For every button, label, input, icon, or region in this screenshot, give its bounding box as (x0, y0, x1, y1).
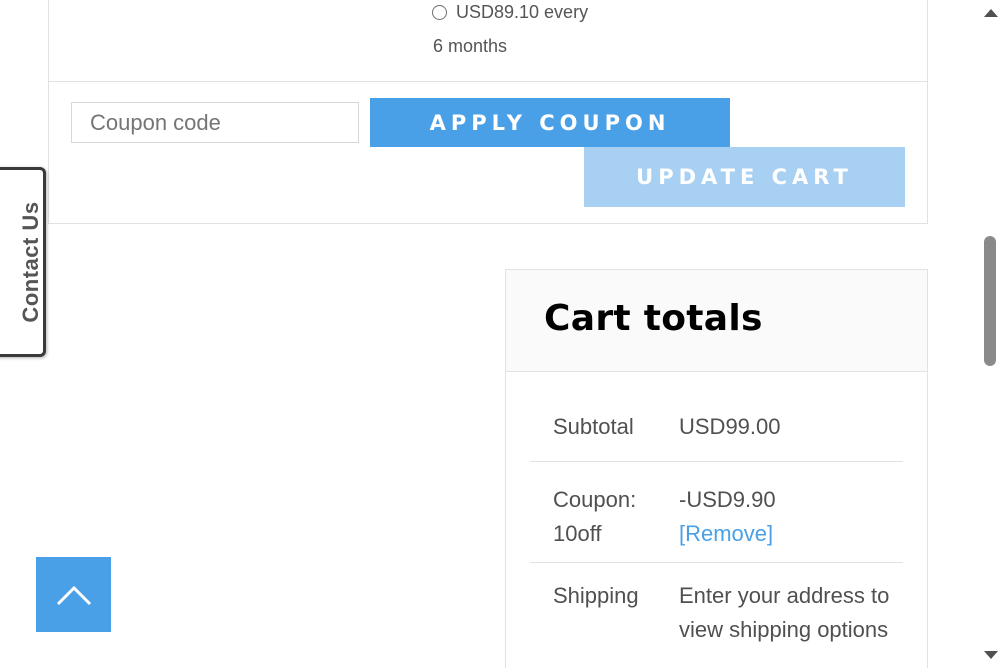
cart-totals-title: Cart totals (544, 298, 763, 339)
cart-totals-header: Cart totals (506, 270, 927, 372)
subscription-option[interactable]: USD89.10 every (432, 2, 588, 23)
subtotal-row: Subtotal USD99.00 (530, 372, 903, 462)
subscription-option-label: USD89.10 every (456, 2, 589, 22)
subtotal-value: USD99.00 (679, 414, 781, 439)
subscription-option-label-cont: 6 months (433, 36, 508, 56)
contact-us-tab[interactable]: Contact Us (0, 167, 46, 357)
update-cart-button[interactable]: UPDATE CART (584, 147, 905, 207)
contact-us-label: Contact Us (18, 201, 44, 323)
shipping-label: Shipping (553, 583, 639, 608)
shipping-row: Shipping Enter your address to view ship… (530, 563, 903, 647)
coupon-value: -USD9.90 [Remove] (679, 483, 903, 562)
coupon-row: Coupon: 10off -USD9.90 [Remove] (530, 462, 903, 563)
scroll-up-icon[interactable] (984, 9, 998, 17)
coupon-label: Coupon: 10off (530, 483, 679, 562)
vertical-scrollbar[interactable] (981, 0, 999, 668)
apply-coupon-button[interactable]: APPLY COUPON (370, 98, 730, 147)
cart-table: USD89.10 every 6 months APPLY COUPON UPD… (48, 0, 928, 224)
coupon-code-text: 10off (553, 521, 602, 546)
scroll-thumb[interactable] (984, 236, 996, 366)
back-to-top-button[interactable] (36, 557, 111, 632)
coupon-label-text: Coupon: (553, 487, 637, 512)
chevron-up-icon (56, 585, 91, 605)
coupon-code-input[interactable] (71, 102, 359, 143)
page: USD89.10 every 6 months APPLY COUPON UPD… (0, 0, 999, 668)
coupon-discount: -USD9.90 (679, 487, 776, 512)
shipping-value: Enter your address to view shipping opti… (679, 583, 890, 642)
divider (49, 81, 927, 82)
radio-icon[interactable] (432, 5, 447, 20)
scroll-down-icon[interactable] (984, 651, 998, 659)
remove-coupon-link[interactable]: [Remove] (679, 517, 903, 551)
cart-totals-table: Subtotal USD99.00 Coupon: 10off -USD9.90… (506, 372, 927, 647)
cart-totals: Cart totals Subtotal USD99.00 Coupon: 10… (505, 269, 928, 668)
subtotal-label: Subtotal (553, 414, 634, 439)
